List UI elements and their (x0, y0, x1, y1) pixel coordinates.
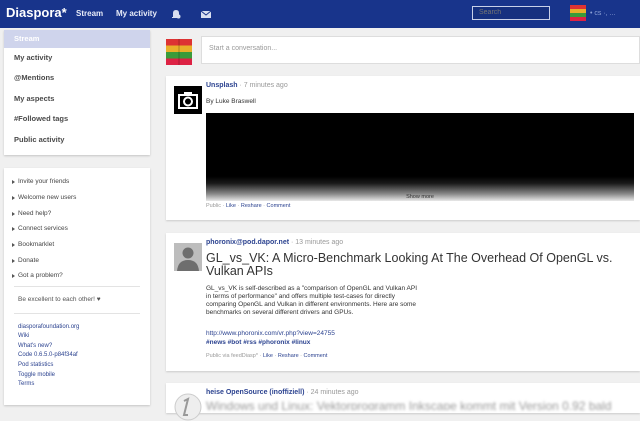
stream-post: Unsplash · 7 minutes ago By Luke Braswel… (166, 76, 640, 220)
sidebar-item-mentions[interactable]: @Mentions (4, 69, 150, 87)
comment-button[interactable]: Comment (304, 353, 328, 359)
reshare-button[interactable]: Reshare (278, 353, 299, 359)
footer-link-wiki[interactable]: Wiki (18, 333, 29, 339)
footer-link-terms[interactable]: Terms (18, 381, 34, 387)
post-timestamp[interactable]: · 13 minutes ago (289, 239, 343, 246)
post-link[interactable]: http://www.phoronix.com/vr.php?view=2475… (206, 330, 335, 337)
link-connect-services[interactable]: Connect services (12, 225, 68, 232)
comment-button[interactable]: Comment (267, 203, 291, 209)
link-bookmarklet[interactable]: Bookmarklet (11, 241, 54, 248)
reshare-button[interactable]: Reshare (241, 203, 262, 209)
post-timestamp[interactable]: · 7 minutes ago (238, 82, 287, 89)
bell-icon[interactable] (170, 8, 182, 20)
link-need-help[interactable]: Need help? (11, 210, 51, 217)
footer-link-whats-new[interactable]: What's new? (18, 343, 52, 349)
show-more-link[interactable]: Show more (206, 194, 634, 200)
sidebar-item-public-activity[interactable]: Public activity (4, 131, 150, 149)
sidebar-item-followed-tags[interactable]: #Followed tags (4, 110, 150, 128)
default-avatar-icon[interactable] (174, 243, 202, 271)
post-author[interactable]: Unsplash · 7 minutes ago (206, 82, 288, 89)
post-tags[interactable]: #news #bot #rss #phoronix #linux (206, 339, 310, 346)
publisher-input[interactable]: Start a conversation... (201, 36, 640, 64)
divider (14, 313, 140, 314)
post-byline: By Luke Braswell (206, 98, 256, 105)
post-headline: GL_vs_VK: A Micro-Benchmark Looking At T… (206, 251, 613, 278)
nav-stream[interactable]: Stream (76, 9, 103, 18)
link-donate[interactable]: Donate (12, 257, 39, 264)
post-body-line: benchmarks on several different drivers … (206, 309, 354, 316)
post-actions: Public · Like · Reshare · Comment (206, 203, 291, 209)
post-timestamp[interactable]: · 24 minutes ago (304, 389, 358, 396)
brand-logo[interactable]: Diaspora* (6, 5, 67, 20)
sidebar-item-my-aspects[interactable]: My aspects (4, 90, 150, 108)
like-button[interactable]: Like (263, 353, 273, 359)
footer-link-pod-statistics[interactable]: Pod statistics (18, 362, 53, 368)
post-body-line: in terms of performance" and offers mult… (206, 293, 395, 300)
link-invite-friends[interactable]: Invite your friends (11, 178, 69, 185)
mail-icon[interactable] (200, 8, 212, 20)
sidebar-item-stream[interactable]: Stream (4, 30, 150, 48)
camera-icon[interactable] (174, 86, 202, 114)
like-button[interactable]: Like (226, 203, 236, 209)
sidebar-nav: Stream My activity @Mentions My aspects … (4, 30, 150, 155)
divider (14, 286, 140, 287)
heise-avatar-icon[interactable] (174, 393, 202, 421)
footer-link-code[interactable]: Code 0.6.5.0-p84f34af (18, 352, 78, 358)
sidebar-links: Invite your friends Welcome new users Ne… (4, 168, 150, 405)
post-image[interactable]: Show more (206, 113, 634, 201)
post-headline: Windows und Linux: Vektorprogramm Inksca… (206, 400, 612, 410)
post-actions: Public via feedDiasp* · Like · Reshare ·… (206, 353, 328, 359)
publisher-avatar (166, 39, 192, 65)
nav-my-activity[interactable]: My activity (116, 9, 157, 18)
top-bar: Diaspora* Stream My activity • cs ·, ... (0, 0, 640, 28)
stream-post: phoronix@pod.dapor.net · 13 minutes ago … (166, 233, 640, 371)
post-author[interactable]: heise OpenSource (inoffiziell) · 24 minu… (206, 389, 359, 396)
link-welcome-new-users[interactable]: Welcome new users (11, 194, 76, 201)
footer-link-foundation[interactable]: diasporafoundation.org (18, 324, 79, 330)
search-input[interactable] (472, 6, 550, 20)
footer-link-toggle-mobile[interactable]: Toggle mobile (18, 372, 55, 378)
user-name[interactable]: • cs ·, ... (590, 10, 615, 17)
user-avatar[interactable] (570, 5, 586, 21)
post-body-line: comparing OpenGL and Vulkan in different… (206, 301, 417, 308)
post-body-line: GL_vs_VK is self-described as a "compari… (206, 285, 418, 292)
sidebar-item-my-activity[interactable]: My activity (4, 49, 150, 67)
tagline: Be excellent to each other! ♥ (18, 296, 101, 303)
post-author[interactable]: phoronix@pod.dapor.net · 13 minutes ago (206, 239, 343, 246)
stream-post: heise OpenSource (inoffiziell) · 24 minu… (166, 383, 640, 421)
link-got-a-problem[interactable]: Got a problem? (12, 272, 63, 279)
